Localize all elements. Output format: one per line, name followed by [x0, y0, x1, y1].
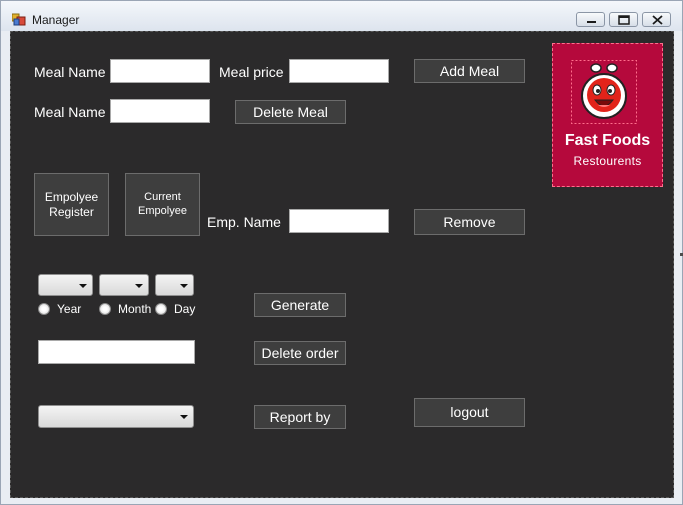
logo-subtitle: Restourents	[573, 154, 642, 168]
bee-mascot-icon	[571, 60, 637, 124]
chevron-down-icon	[135, 284, 143, 288]
title-bar: Manager	[1, 1, 682, 31]
add-meal-button[interactable]: Add Meal	[414, 59, 525, 83]
logout-button[interactable]: logout	[414, 398, 525, 427]
logo-title: Fast Foods	[564, 132, 651, 149]
restore-icon	[618, 15, 630, 25]
fast-foods-logo: Fast Foods Restourents	[552, 43, 663, 187]
delete-meal-button[interactable]: Delete Meal	[235, 100, 346, 124]
year-radio[interactable]	[38, 303, 50, 315]
report-by-combobox[interactable]	[38, 405, 194, 428]
employee-name-input[interactable]	[289, 209, 389, 233]
day-radio-label: Day	[174, 302, 196, 316]
generate-button[interactable]: Generate	[254, 293, 346, 317]
delete-meal-name-label: Meal Name	[34, 104, 106, 120]
minimize-button[interactable]	[576, 12, 605, 27]
manager-window: Manager Meal Name Meal price Add Meal Me…	[0, 0, 683, 505]
current-employee-button[interactable]: Current Empolyee	[125, 173, 200, 236]
year-radio-label: Year	[57, 302, 82, 316]
month-radio[interactable]	[99, 303, 111, 315]
chevron-down-icon	[79, 284, 87, 288]
employee-register-button[interactable]: Empolyee Register	[34, 173, 109, 236]
report-by-button[interactable]: Report by	[254, 405, 346, 429]
month-combobox[interactable]	[99, 274, 149, 296]
maximize-button[interactable]	[609, 12, 638, 27]
window-title: Manager	[32, 13, 80, 27]
chevron-down-icon	[180, 415, 188, 419]
month-radio-label: Month	[118, 302, 152, 316]
employee-name-label: Emp. Name	[207, 214, 281, 230]
meal-name-label: Meal Name	[34, 64, 106, 80]
minimize-icon	[587, 21, 596, 23]
day-combobox[interactable]	[155, 274, 194, 296]
meal-price-input[interactable]	[289, 59, 389, 83]
form-client-area: Meal Name Meal price Add Meal Meal Name …	[10, 31, 674, 498]
day-radio[interactable]	[155, 303, 167, 315]
remove-employee-button[interactable]: Remove	[414, 209, 525, 235]
close-icon	[652, 15, 663, 25]
meal-price-label: Meal price	[219, 64, 284, 80]
delete-order-button[interactable]: Delete order	[254, 341, 346, 365]
chevron-down-icon	[180, 284, 188, 288]
close-button[interactable]	[642, 12, 671, 27]
year-combobox[interactable]	[38, 274, 93, 296]
order-id-input[interactable]	[38, 340, 195, 364]
delete-meal-name-input[interactable]	[110, 99, 210, 123]
app-form-icon	[12, 13, 26, 26]
meal-name-input[interactable]	[110, 59, 210, 83]
